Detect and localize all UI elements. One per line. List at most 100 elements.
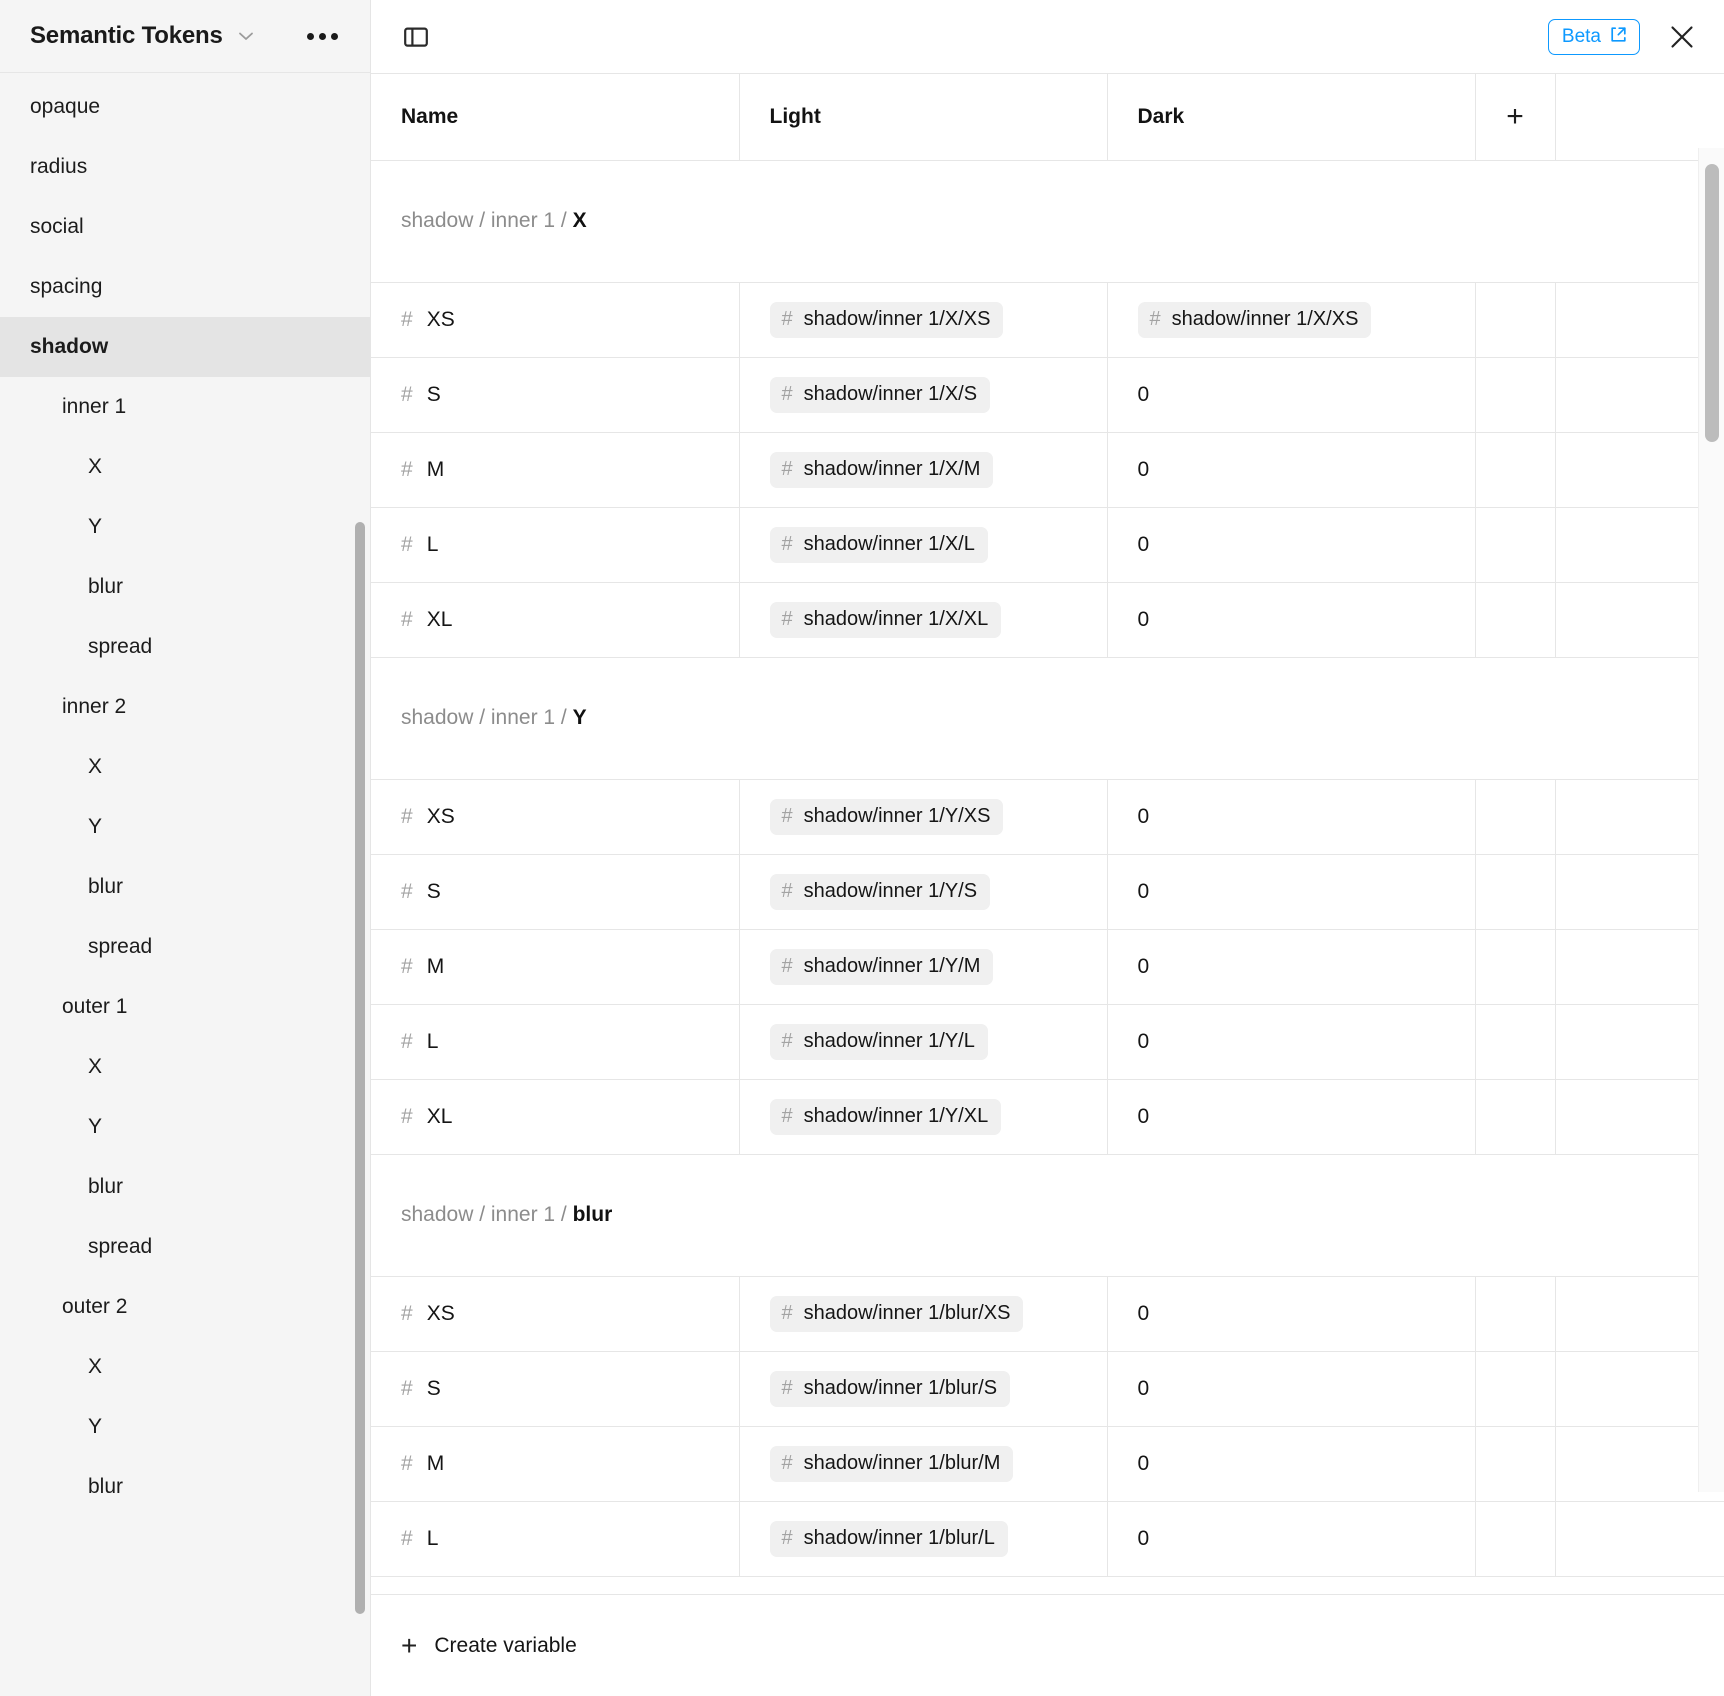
token-alias-chip[interactable]: # shadow/inner 1/blur/S	[769, 1370, 1011, 1407]
sidebar-item-spread[interactable]: spread	[0, 617, 370, 677]
variable-name-cell[interactable]: # L	[371, 1501, 740, 1577]
token-alias-chip[interactable]: # shadow/inner 1/X/M	[769, 451, 994, 488]
table-row[interactable]: # XS # shadow/inner 1/X/XS # shadow/inner 1/X…	[371, 282, 1724, 358]
token-alias-chip[interactable]: # shadow/inner 1/Y/S	[769, 873, 991, 910]
dark-value-cell[interactable]: 0	[1107, 779, 1476, 855]
variable-name-cell[interactable]: # S	[371, 854, 740, 930]
table-row[interactable]: # XS # shadow/inner 1/blur/XS 0	[371, 1276, 1724, 1352]
variable-name-cell[interactable]: # XS	[371, 282, 740, 358]
table-row[interactable]: # S # shadow/inner 1/blur/S 0	[371, 1351, 1724, 1427]
sidebar-item-y[interactable]: Y	[0, 497, 370, 557]
light-value-cell[interactable]: # shadow/inner 1/Y/XS	[739, 779, 1108, 855]
light-value-cell[interactable]: # shadow/inner 1/Y/M	[739, 929, 1108, 1005]
sidebar-item-radius[interactable]: radius	[0, 137, 370, 197]
token-alias-chip[interactable]: # shadow/inner 1/blur/L	[769, 1520, 1008, 1557]
table-row[interactable]: # XS # shadow/inner 1/Y/XS 0	[371, 779, 1724, 855]
light-value-cell[interactable]: # shadow/inner 1/X/XS	[739, 282, 1108, 358]
light-value-cell[interactable]: # shadow/inner 1/X/XL	[739, 582, 1108, 658]
sidebar-item-outer-2[interactable]: outer 2	[0, 1277, 370, 1337]
light-value-cell[interactable]: # shadow/inner 1/blur/M	[739, 1426, 1108, 1502]
token-alias-chip[interactable]: # shadow/inner 1/X/XS	[769, 301, 1004, 338]
table-row[interactable]: # M # shadow/inner 1/X/M 0	[371, 432, 1724, 508]
light-value-cell[interactable]: # shadow/inner 1/X/M	[739, 432, 1108, 508]
table-row[interactable]: # S # shadow/inner 1/Y/S 0	[371, 854, 1724, 930]
table-row[interactable]: # XL # shadow/inner 1/X/XL 0	[371, 582, 1724, 658]
table-scrollbar[interactable]	[1698, 148, 1724, 1492]
sidebar-item-social[interactable]: social	[0, 197, 370, 257]
beta-badge[interactable]: Beta	[1547, 18, 1640, 55]
token-alias-chip[interactable]: # shadow/inner 1/X/XS	[1137, 301, 1372, 338]
close-icon[interactable]	[1662, 17, 1702, 57]
variable-name-cell[interactable]: # XS	[371, 779, 740, 855]
variable-name-cell[interactable]: # XL	[371, 1079, 740, 1155]
dark-value-cell[interactable]: 0	[1107, 582, 1476, 658]
sidebar-item-x[interactable]: X	[0, 1037, 370, 1097]
sidebar-item-opaque[interactable]: opaque	[0, 77, 370, 137]
table-row[interactable]: # M # shadow/inner 1/Y/M 0	[371, 929, 1724, 1005]
sidebar-item-blur[interactable]: blur	[0, 557, 370, 617]
sidebar-item-x[interactable]: X	[0, 737, 370, 797]
dark-value-cell[interactable]: 0	[1107, 357, 1476, 433]
variable-name-cell[interactable]: # M	[371, 432, 740, 508]
light-value-cell[interactable]: # shadow/inner 1/blur/S	[739, 1351, 1108, 1427]
light-value-cell[interactable]: # shadow/inner 1/X/S	[739, 357, 1108, 433]
token-alias-chip[interactable]: # shadow/inner 1/X/XL	[769, 601, 1002, 638]
table-row[interactable]: # S # shadow/inner 1/X/S 0	[371, 357, 1724, 433]
token-alias-chip[interactable]: # shadow/inner 1/Y/XS	[769, 798, 1004, 835]
table-row[interactable]: # L # shadow/inner 1/blur/L 0	[371, 1501, 1724, 1577]
sidebar-item-x[interactable]: X	[0, 437, 370, 497]
token-alias-chip[interactable]: # shadow/inner 1/X/S	[769, 376, 991, 413]
light-value-cell[interactable]: # shadow/inner 1/blur/XS	[739, 1276, 1108, 1352]
dark-value-cell[interactable]: 0	[1107, 1004, 1476, 1080]
variable-name-cell[interactable]: # L	[371, 507, 740, 583]
sidebar-item-blur[interactable]: blur	[0, 1157, 370, 1217]
light-value-cell[interactable]: # shadow/inner 1/X/L	[739, 507, 1108, 583]
sidebar-item-spread[interactable]: spread	[0, 917, 370, 977]
dark-value-cell[interactable]: 0	[1107, 1276, 1476, 1352]
sidebar-scrollbar[interactable]	[355, 522, 365, 1614]
variable-name-cell[interactable]: # XL	[371, 582, 740, 658]
table-row[interactable]: # L # shadow/inner 1/X/L 0	[371, 507, 1724, 583]
sidebar-item-y[interactable]: Y	[0, 797, 370, 857]
variable-name-cell[interactable]: # L	[371, 1004, 740, 1080]
token-alias-chip[interactable]: # shadow/inner 1/Y/M	[769, 948, 994, 985]
column-header-light[interactable]: Light	[739, 74, 1108, 161]
dark-value-cell[interactable]: 0	[1107, 507, 1476, 583]
chevron-down-icon[interactable]	[235, 25, 257, 47]
token-alias-chip[interactable]: # shadow/inner 1/X/L	[769, 526, 988, 563]
sidebar-item-y[interactable]: Y	[0, 1397, 370, 1457]
sidebar-item-spread[interactable]: spread	[0, 1217, 370, 1277]
sidebar-item-y[interactable]: Y	[0, 1097, 370, 1157]
more-options-icon[interactable]	[305, 27, 340, 46]
create-variable-button[interactable]: + Create variable	[401, 1631, 577, 1660]
column-header-dark[interactable]: Dark	[1107, 74, 1476, 161]
light-value-cell[interactable]: # shadow/inner 1/Y/S	[739, 854, 1108, 930]
dark-value-cell[interactable]: 0	[1107, 1351, 1476, 1427]
light-value-cell[interactable]: # shadow/inner 1/Y/XL	[739, 1079, 1108, 1155]
token-alias-chip[interactable]: # shadow/inner 1/blur/XS	[769, 1295, 1024, 1332]
add-column-button[interactable]: +	[1475, 74, 1556, 161]
sidebar-item-inner-1[interactable]: inner 1	[0, 377, 370, 437]
dark-value-cell[interactable]: 0	[1107, 1501, 1476, 1577]
variable-name-cell[interactable]: # XS	[371, 1276, 740, 1352]
variable-name-cell[interactable]: # S	[371, 1351, 740, 1427]
token-alias-chip[interactable]: # shadow/inner 1/blur/M	[769, 1445, 1014, 1482]
dark-value-cell[interactable]: 0	[1107, 929, 1476, 1005]
dark-value-cell[interactable]: 0	[1107, 854, 1476, 930]
table-row[interactable]: # M # shadow/inner 1/blur/M 0	[371, 1426, 1724, 1502]
table-row[interactable]: # XL # shadow/inner 1/Y/XL 0	[371, 1079, 1724, 1155]
light-value-cell[interactable]: # shadow/inner 1/Y/L	[739, 1004, 1108, 1080]
sidebar-item-inner-2[interactable]: inner 2	[0, 677, 370, 737]
sidebar-item-shadow[interactable]: shadow	[0, 317, 370, 377]
variable-name-cell[interactable]: # M	[371, 929, 740, 1005]
sidebar-item-blur[interactable]: blur	[0, 1457, 370, 1517]
dark-value-cell[interactable]: 0	[1107, 1426, 1476, 1502]
variable-name-cell[interactable]: # M	[371, 1426, 740, 1502]
sidebar-item-spacing[interactable]: spacing	[0, 257, 370, 317]
sidebar-item-outer-1[interactable]: outer 1	[0, 977, 370, 1037]
table-scrollbar-thumb[interactable]	[1705, 164, 1719, 442]
sidebar-item-x[interactable]: X	[0, 1337, 370, 1397]
dark-value-cell[interactable]: 0	[1107, 1079, 1476, 1155]
token-alias-chip[interactable]: # shadow/inner 1/Y/L	[769, 1023, 988, 1060]
light-value-cell[interactable]: # shadow/inner 1/blur/L	[739, 1501, 1108, 1577]
